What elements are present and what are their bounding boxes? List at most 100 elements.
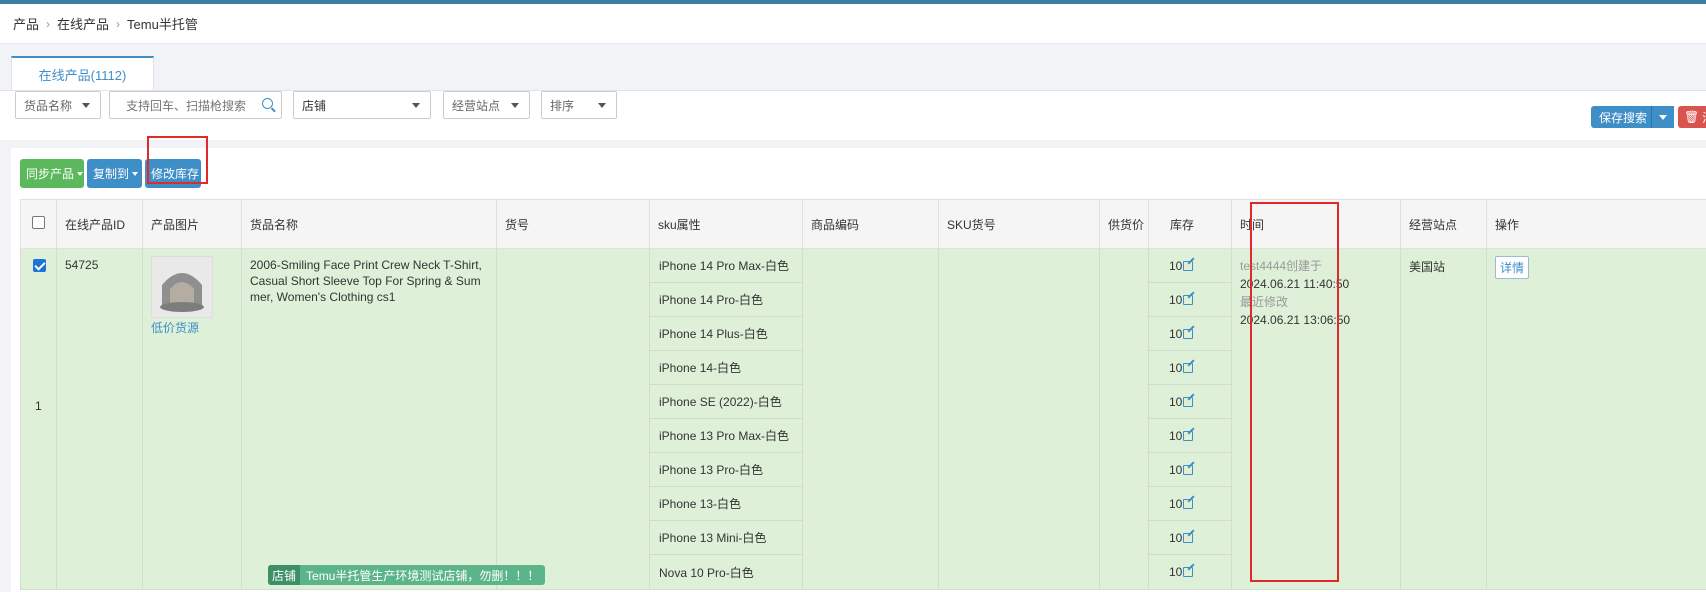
edit-icon[interactable] xyxy=(1183,532,1194,543)
search-placeholder: 支持回车、扫描枪搜索 xyxy=(126,98,247,113)
sku-attr-item: iPhone 14 Plus-白色 xyxy=(650,317,802,351)
sku-attr-item: iPhone 14-白色 xyxy=(650,351,802,385)
sku-attr-item: Nova 10 Pro-白色 xyxy=(659,565,754,580)
sync-products-button[interactable]: 同步产品 xyxy=(20,159,84,188)
edit-icon[interactable] xyxy=(1183,498,1194,509)
breadcrumb-separator-icon: › xyxy=(46,16,51,31)
breadcrumb-item-products[interactable]: 产品 xyxy=(13,14,39,33)
low-price-source-link[interactable]: 低价货源 xyxy=(151,319,241,336)
stock-item: 10 xyxy=(1149,283,1231,317)
product-thumbnail[interactable] xyxy=(151,256,213,318)
row-sku-no-cell xyxy=(938,248,1100,590)
edit-icon[interactable] xyxy=(1183,567,1194,577)
stock-item: 10 xyxy=(1149,351,1231,385)
stock-value: 10 xyxy=(1169,394,1183,409)
header-product-code: 商品编码 xyxy=(802,199,939,249)
site-select[interactable]: 经营站点 xyxy=(443,91,530,119)
highlight-stock-column xyxy=(1250,202,1339,582)
row-site-cell: 美国站 xyxy=(1400,248,1487,590)
header-stock: 库存 xyxy=(1148,199,1232,249)
edit-icon[interactable] xyxy=(1183,260,1194,271)
stock-item: 10 xyxy=(1149,555,1231,589)
row-checkbox[interactable] xyxy=(33,259,46,272)
sort-select-label: 排序 xyxy=(550,98,575,113)
site-select-label: 经营站点 xyxy=(452,98,501,113)
detail-button[interactable]: 详情 xyxy=(1495,256,1530,279)
copy-to-label: 复制到 xyxy=(93,167,130,181)
sku-attr-item: iPhone 14 Pro Max-白色 xyxy=(650,249,802,283)
stock-item: 10 xyxy=(1149,249,1231,283)
row-id-cell: 54725 xyxy=(56,248,143,590)
header-sku-attr: sku属性 xyxy=(649,199,803,249)
header-supply-price: 供货价 xyxy=(1099,199,1149,249)
chevron-down-icon xyxy=(77,171,84,176)
table-row[interactable]: 1 54725 低价货源 2006-Smiling Face Print Cre… xyxy=(20,248,1706,590)
breadcrumb: 产品 › 在线产品 › Temu半托管 xyxy=(0,4,1706,44)
breadcrumb-item-temu: Temu半托管 xyxy=(127,17,198,32)
stock-item: 10 xyxy=(1149,385,1231,419)
store-tag-label: 店铺 xyxy=(268,565,301,585)
store-tag: 店铺 Temu半托管生产环境测试店铺，勿删！！！ xyxy=(268,565,545,585)
edit-icon[interactable] xyxy=(1183,396,1194,407)
row-image-cell: 低价货源 xyxy=(142,248,242,590)
row-select-cell: 1 xyxy=(20,248,57,590)
select-all-checkbox[interactable] xyxy=(32,216,45,229)
chevron-down-icon xyxy=(412,103,420,108)
store-select-label: 店铺 xyxy=(302,98,327,113)
header-item-no: 货号 xyxy=(496,199,650,249)
row-product-code-cell xyxy=(802,248,939,590)
row-stock-cell: 10 10 10 10 10 10 10 10 10 10 xyxy=(1148,248,1232,590)
row-item-no-cell xyxy=(496,248,650,590)
header-image: 产品图片 xyxy=(142,199,242,249)
product-image xyxy=(152,257,212,317)
edit-icon[interactable] xyxy=(1183,362,1194,373)
stock-value: 10 xyxy=(1169,360,1183,375)
row-id: 54725 xyxy=(65,258,99,272)
store-tag-text: Temu半托管生产环境测试店铺，勿删！！！ xyxy=(306,568,540,583)
edit-icon[interactable] xyxy=(1183,328,1194,339)
edit-icon[interactable] xyxy=(1183,430,1194,441)
sort-select[interactable]: 排序 xyxy=(541,91,617,119)
chevron-down-icon xyxy=(511,103,519,108)
edit-icon[interactable] xyxy=(1183,464,1194,475)
breadcrumb-item-online-products[interactable]: 在线产品 xyxy=(57,14,109,33)
chevron-down-icon xyxy=(82,103,90,108)
product-name: 2006-Smiling Face Print Crew Neck T-Shir… xyxy=(250,258,482,304)
select-all-cell xyxy=(20,199,57,249)
stock-item: 10 xyxy=(1149,317,1231,351)
chevron-down-icon xyxy=(132,171,139,176)
copy-to-button[interactable]: 复制到 xyxy=(87,159,142,188)
stock-value: 10 xyxy=(1169,565,1183,579)
highlight-modify-stock xyxy=(147,136,208,184)
search-input[interactable]: 支持回车、扫描枪搜索 xyxy=(109,91,282,119)
trash-icon: 🗑 xyxy=(1684,110,1700,124)
stock-value: 10 xyxy=(1169,496,1183,511)
stock-value: 10 xyxy=(1169,530,1183,545)
store-select[interactable]: 店铺 xyxy=(293,91,431,119)
products-table: 在线产品ID 产品图片 货品名称 货号 sku属性 商品编码 SKU货号 供货价… xyxy=(20,199,1706,590)
stock-value: 10 xyxy=(1169,428,1183,443)
name-field-select[interactable]: 货品名称 xyxy=(15,91,101,119)
search-icon[interactable] xyxy=(262,98,273,109)
sku-attr-item: iPhone 13 Mini-白色 xyxy=(650,521,802,555)
sku-attr-item: iPhone 14 Pro-白色 xyxy=(650,283,802,317)
sku-attr-item: iPhone 13 Pro-白色 xyxy=(650,453,802,487)
sync-products-label: 同步产品 xyxy=(26,167,75,181)
table-header-row: 在线产品ID 产品图片 货品名称 货号 sku属性 商品编码 SKU货号 供货价… xyxy=(20,199,1706,249)
row-actions-cell: 详情 xyxy=(1486,248,1706,590)
save-search-dropdown-toggle[interactable] xyxy=(1651,106,1673,128)
breadcrumb-separator-icon: › xyxy=(116,16,121,31)
site-value: 美国站 xyxy=(1409,260,1446,274)
row-name-cell: 2006-Smiling Face Print Crew Neck T-Shir… xyxy=(241,248,497,590)
edit-icon[interactable] xyxy=(1183,294,1194,305)
header-sku-no: SKU货号 xyxy=(938,199,1100,249)
name-field-select-label: 货品名称 xyxy=(24,98,73,113)
tab-online-products[interactable]: 在线产品(1112) xyxy=(11,56,154,91)
row-sku-cell: iPhone 14 Pro Max-白色 iPhone 14 Pro-白色 iPho… xyxy=(649,248,803,590)
stock-item: 10 xyxy=(1149,453,1231,487)
header-site: 经营站点 xyxy=(1400,199,1487,249)
clear-button-label: 清 xyxy=(1702,109,1706,126)
sku-attr-item: iPhone 13 Pro Max-白色 xyxy=(650,419,802,453)
header-actions: 操作 xyxy=(1486,199,1706,249)
clear-button[interactable]: 🗑清 xyxy=(1678,106,1706,128)
